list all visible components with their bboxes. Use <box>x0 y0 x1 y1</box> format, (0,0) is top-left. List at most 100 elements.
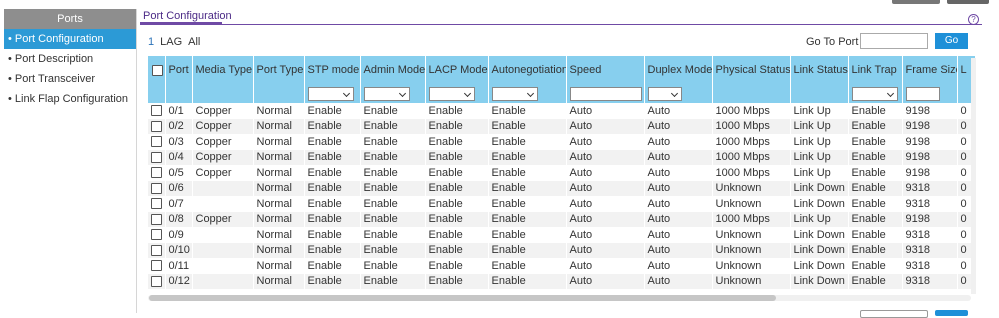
help-icon[interactable]: ? <box>968 14 979 25</box>
tab-lag[interactable]: LAG <box>160 36 182 48</box>
row-checkbox[interactable] <box>151 167 162 179</box>
row-checkbox[interactable] <box>151 260 162 272</box>
table-cell: Enable <box>360 258 425 274</box>
table-cell: Auto <box>566 196 644 212</box>
select-all-header[interactable] <box>148 56 166 84</box>
table-cell: Enable <box>848 227 902 243</box>
link-trap-filter[interactable] <box>851 86 898 101</box>
tab-all[interactable]: All <box>188 36 200 48</box>
table-row[interactable]: 0/8 Copper Normal Enable Enable Enable Enable A… <box>148 211 975 227</box>
bottom-button-partial-1[interactable] <box>860 310 928 318</box>
table-cell <box>192 242 253 258</box>
horizontal-scroll-thumb[interactable] <box>149 295 776 301</box>
speed-filter[interactable] <box>569 86 642 101</box>
table-row[interactable]: 0/5 Copper Normal Enable Enable Enable Enable A… <box>148 165 975 181</box>
column-header[interactable]: Frame Size <box>902 56 958 84</box>
table-row[interactable]: 0/11 Normal Enable Enable Enable Enable Auto Au… <box>148 258 975 274</box>
table-cell: Link Down <box>790 273 848 289</box>
row-checkbox[interactable] <box>151 120 162 132</box>
table-cell: Enable <box>425 149 488 165</box>
admin-mode-filter[interactable] <box>363 86 410 101</box>
table-cell: Enable <box>425 118 488 134</box>
row-checkbox[interactable] <box>151 244 162 256</box>
go-button[interactable]: Go <box>935 33 968 49</box>
column-header[interactable]: LACP Mode <box>425 56 489 84</box>
table-cell: Enable <box>304 242 360 258</box>
sidebar-item-port-description[interactable]: • Port Description <box>4 49 136 69</box>
table-cell <box>192 180 253 196</box>
goto-port-label: Go To Port <box>806 36 859 48</box>
lacp-mode-filter[interactable] <box>428 86 475 101</box>
table-cell: Enable <box>304 196 360 212</box>
table-cell: Auto <box>644 118 712 134</box>
table-row[interactable]: 0/6 Normal Enable Enable Enable Enable Auto Aut… <box>148 180 975 196</box>
table-cell: Enable <box>488 242 566 258</box>
table-row[interactable]: 0/7 Normal Enable Enable Enable Enable Auto Aut… <box>148 196 975 212</box>
autonegotiation-filter[interactable] <box>491 86 538 101</box>
column-header[interactable]: Physical Status <box>712 56 791 84</box>
table-row[interactable]: 0/3 Copper Normal Enable Enable Enable Enable A… <box>148 134 975 150</box>
horizontal-scrollbar[interactable] <box>148 295 971 301</box>
table-cell: Copper <box>192 103 253 119</box>
column-header[interactable]: Speed <box>566 56 645 84</box>
port-table-container: Port Media Type Port Type STP mode Admin… <box>148 56 975 302</box>
table-cell: Enable <box>425 258 488 274</box>
row-checkbox[interactable] <box>151 275 162 287</box>
column-header[interactable]: Duplex Mode <box>644 56 713 84</box>
column-header[interactable]: Port Type <box>253 56 305 84</box>
row-checkbox[interactable] <box>151 198 162 210</box>
table-row[interactable]: 0/1 Copper Normal Enable Enable Enable Enable A… <box>148 103 975 119</box>
table-cell: Enable <box>848 134 902 150</box>
column-header[interactable]: Link Trap <box>848 56 903 84</box>
table-cell: Link Down <box>790 242 848 258</box>
sidebar-item-port-transceiver[interactable]: • Port Transceiver <box>4 69 136 89</box>
column-header[interactable]: Admin Mode <box>360 56 426 84</box>
duplex-mode-filter[interactable] <box>647 86 682 101</box>
table-row[interactable]: 0/10 Normal Enable Enable Enable Enable Auto Au… <box>148 242 975 258</box>
table-cell: Link Down <box>790 227 848 243</box>
row-checkbox[interactable] <box>151 213 162 225</box>
table-cell: Auto <box>644 211 712 227</box>
table-cell: Normal <box>253 180 304 196</box>
column-header[interactable]: Link Status <box>790 56 849 84</box>
table-cell: Auto <box>644 273 712 289</box>
table-cell: Normal <box>253 103 304 119</box>
table-cell: Enable <box>360 103 425 119</box>
row-checkbox[interactable] <box>151 151 162 163</box>
select-all-checkbox[interactable] <box>152 64 163 76</box>
table-cell: Enable <box>304 211 360 227</box>
table-row[interactable]: 0/9 Normal Enable Enable Enable Enable Auto Aut… <box>148 227 975 243</box>
top-button-partial-1[interactable] <box>892 0 940 4</box>
column-header[interactable]: Media Type <box>192 56 254 84</box>
table-cell: Auto <box>566 103 644 119</box>
column-header[interactable]: STP mode <box>304 56 361 84</box>
tab-number[interactable]: 1 <box>148 36 154 48</box>
table-cell: Enable <box>488 211 566 227</box>
bottom-button-partial-2[interactable] <box>935 310 968 316</box>
frame-size-filter[interactable] <box>905 86 940 101</box>
row-checkbox[interactable] <box>151 182 162 194</box>
table-row[interactable]: 0/2 Copper Normal Enable Enable Enable Enable A… <box>148 118 975 134</box>
table-cell: Link Down <box>790 258 848 274</box>
table-cell: 9318 <box>902 180 957 196</box>
row-checkbox[interactable] <box>151 105 162 117</box>
table-cell: Enable <box>360 211 425 227</box>
sidebar-item-port-configuration[interactable]: • Port Configuration <box>4 29 136 49</box>
goto-port-input[interactable] <box>860 33 928 49</box>
stp-mode-filter[interactable] <box>307 86 354 101</box>
table-cell: Enable <box>488 103 566 119</box>
vertical-scrollbar[interactable] <box>971 58 976 294</box>
sidebar-item-link-flap-configuration[interactable]: • Link Flap Configuration <box>4 89 136 109</box>
row-checkbox[interactable] <box>151 136 162 148</box>
apply-button-partial[interactable] <box>947 0 989 4</box>
table-cell: Enable <box>304 149 360 165</box>
table-row[interactable]: 0/4 Copper Normal Enable Enable Enable Enable A… <box>148 149 975 165</box>
table-cell: Enable <box>360 118 425 134</box>
table-row[interactable]: 0/12 Normal Enable Enable Enable Enable Auto Au… <box>148 273 975 289</box>
title-underline <box>140 22 222 25</box>
column-header[interactable]: Port <box>165 56 193 84</box>
row-checkbox[interactable] <box>151 229 162 241</box>
port-filter-tabs: 1 LAG All <box>148 36 206 48</box>
table-cell: Link Down <box>790 196 848 212</box>
column-header[interactable]: Autonegotiation <box>488 56 567 84</box>
